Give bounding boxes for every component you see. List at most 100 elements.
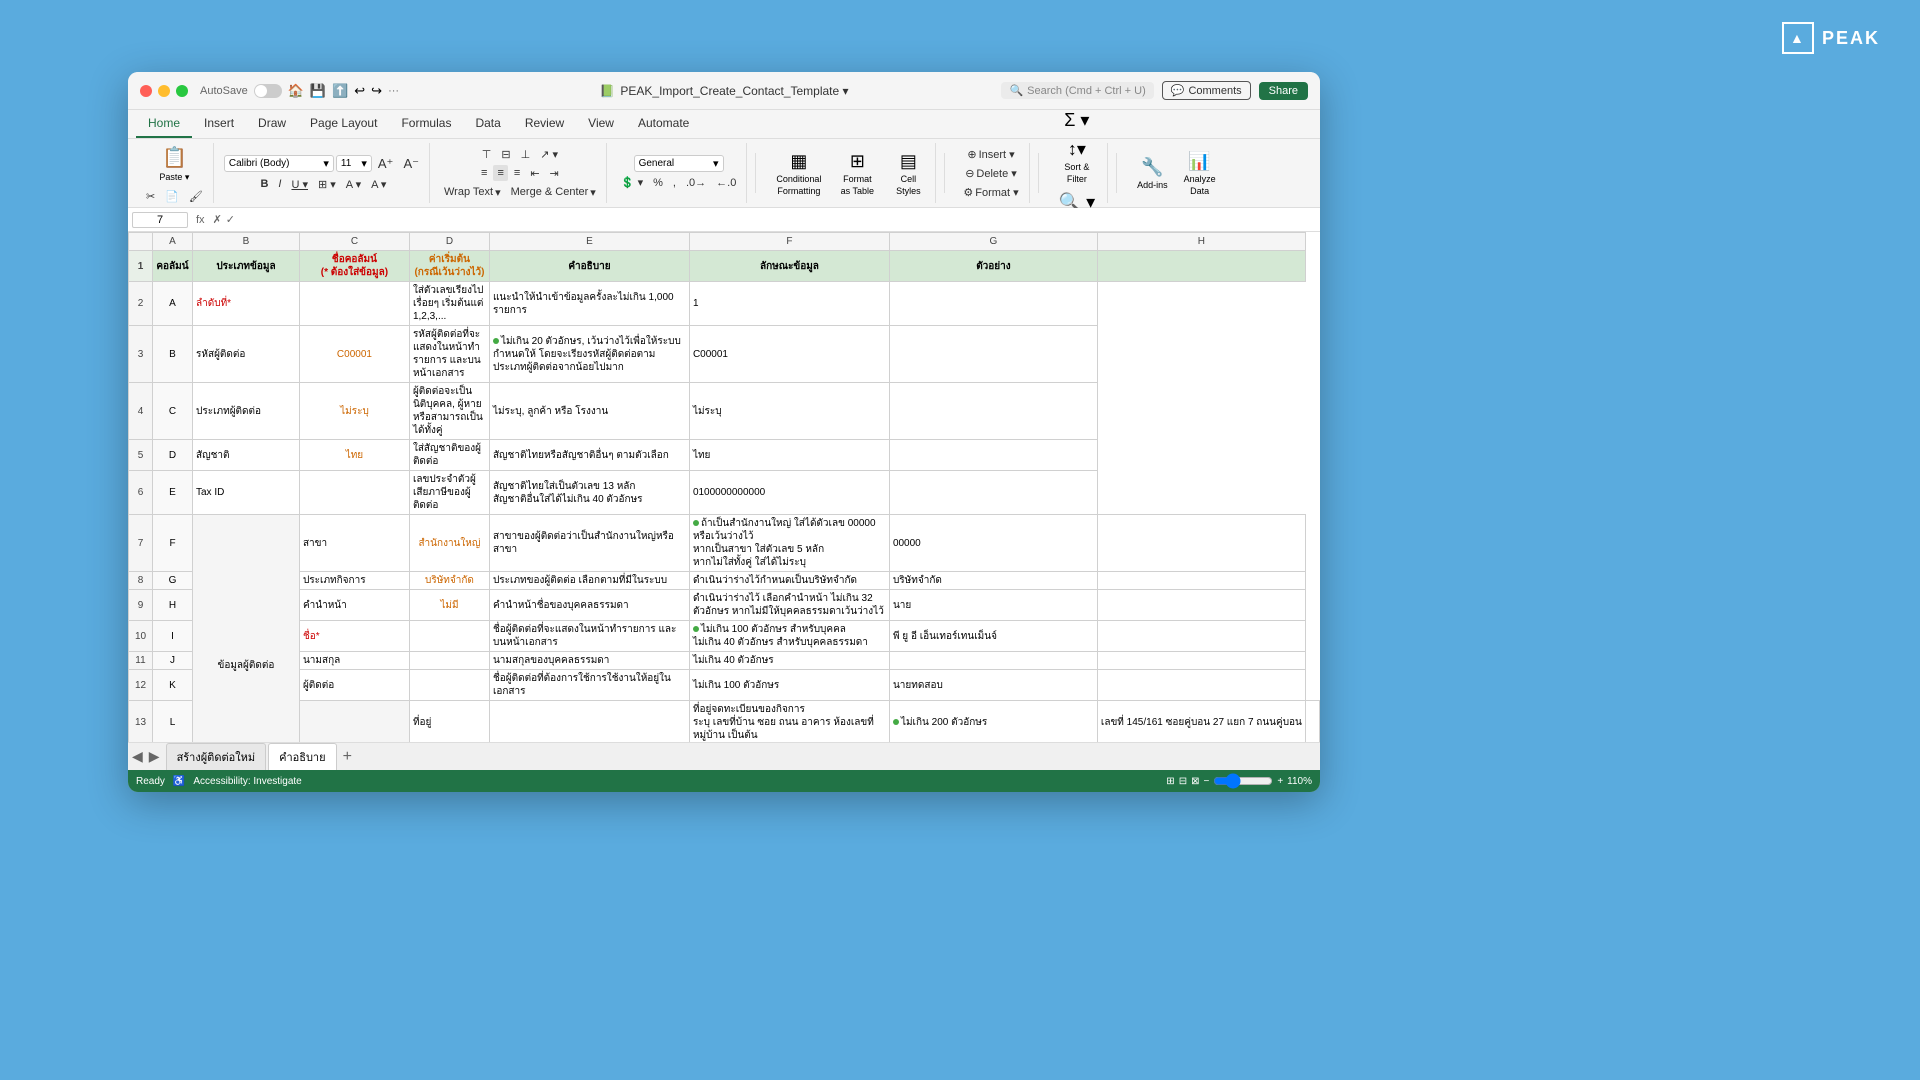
cut-button[interactable]: ✂ [142,188,159,205]
tab-insert[interactable]: Insert [192,110,246,138]
cell-col-g[interactable]: C00001 [689,326,889,383]
cell-col-g[interactable]: บริษัทจำกัด [889,572,1097,590]
cell-col-a[interactable]: G [153,572,193,590]
sum-button[interactable]: Σ ▾ [1058,107,1095,134]
font-color-button[interactable]: A ▾ [367,176,390,193]
tab-automate[interactable]: Automate [626,110,701,138]
redo-icon[interactable]: ↪ [371,83,382,99]
cell-col-g[interactable] [889,652,1097,670]
col-header-b[interactable]: B [193,233,300,251]
italic-button[interactable]: I [274,176,285,192]
cell-col-e[interactable]: สาขาของผู้ติดต่อว่าเป็นสำนักงานใหญ่หรือส… [489,515,689,572]
cancel-input-icon[interactable]: ✗ [213,213,222,226]
border-button[interactable]: ⊞ ▾ [314,176,340,193]
cell-col-c[interactable]: รหัสผู้ติดต่อ [193,326,300,383]
cell-col-c[interactable]: สัญชาติ [193,440,300,471]
cell-col-d[interactable] [409,621,489,652]
cell-col-d[interactable]: C00001 [299,326,409,383]
cell-col-c[interactable]: ผู้ติดต่อ [299,670,409,701]
col-header-h[interactable]: H [1097,233,1305,251]
cell-col-e[interactable]: ชื่อผู้ติดต่อที่จะแสดงในหน้าทำรายการ และ… [489,621,689,652]
cell-col-e[interactable]: รหัสผู้ติดต่อที่จะแสดงในหน้าทำรายการ และ… [409,326,489,383]
cell-col-a[interactable]: E [153,471,193,515]
increase-indent-button[interactable]: ⇥ [546,165,563,182]
cell-col-a[interactable]: B [153,326,193,383]
col-header-g[interactable]: G [889,233,1097,251]
more-icon[interactable]: ··· [388,85,399,97]
cell-col-d[interactable] [489,701,689,743]
normal-view-icon[interactable]: ⊞ [1166,776,1174,787]
underline-button[interactable]: U ▾ [287,176,312,193]
cell-col-f[interactable]: ไม่เกิน 20 ตัวอักษร, เว้นว่างไว้เพื่อให้… [489,326,689,383]
col-header-f[interactable]: F [689,233,889,251]
cell-col-c[interactable]: ที่อยู่ [409,701,489,743]
format-button[interactable]: ⚙ Format ▾ [959,184,1022,201]
tab-home[interactable]: Home [136,110,192,138]
cell-col-c[interactable]: ประเภทกิจการ [299,572,409,590]
cell-col-d[interactable]: สำนักงานใหญ่ [409,515,489,572]
cell-col-g[interactable]: ไทย [689,440,889,471]
cell-col-a[interactable]: A [153,282,193,326]
cell-col-d[interactable]: ไม่มี [409,590,489,621]
decrease-decimal-button[interactable]: ←.0 [712,175,740,191]
col-header-c[interactable]: C [299,233,409,251]
sheet-tab-description[interactable]: คำอธิบาย [268,743,336,771]
cell-col-e[interactable]: ใส่ตัวเลขเรียงไปเรื่อยๆ เริ่มต้นแต่ 1,2,… [409,282,489,326]
cell-col-a[interactable]: C [153,383,193,440]
prev-sheet-button[interactable]: ◀ [132,748,143,765]
sort-filter-button[interactable]: ↕▾ Sort & Filter [1054,136,1100,187]
cell-col-a[interactable]: K [153,670,193,701]
cell-col-f[interactable]: ไม่ระบุ, ลูกค้า หรือ โรงงาน [489,383,689,440]
increase-font-button[interactable]: A⁺ [374,154,398,174]
zoom-out-button[interactable]: − [1203,776,1209,787]
copy-button[interactable]: 📄 [161,188,183,205]
cell-col-f[interactable]: ถ้าเป็นสำนักงานใหญ่ ใส่ได้ตัวเลข 00000 ห… [689,515,889,572]
close-button[interactable] [140,85,152,97]
formula-input[interactable] [239,214,1316,226]
cell-col-f[interactable]: สัญชาติไทยหรือสัญชาติอื่นๆ ตามตัวเลือก [489,440,689,471]
cell-col-c[interactable]: ชื่อ* [299,621,409,652]
cell-col-a[interactable]: D [153,440,193,471]
cell-col-e[interactable]: ผู้ติดต่อจะเป็นนิติบุคคล, ผู้หาย หรือสาม… [409,383,489,440]
number-format-selector[interactable]: General ▾ [634,155,724,172]
cell-col-c[interactable]: ลำดับที่* [193,282,300,326]
undo-icon[interactable]: ↩ [354,83,365,99]
conditional-formatting-button[interactable]: ▦ Conditional Formatting [770,148,827,199]
orientation-button[interactable]: ↗ ▾ [536,146,562,163]
search-box[interactable]: 🔍 Search (Cmd + Ctrl + U) [1001,82,1153,99]
merge-center-button[interactable]: Merge & Center ▾ [507,184,600,201]
share-button[interactable]: Share [1259,82,1308,100]
cell-col-d[interactable] [299,471,409,515]
cell-col-f[interactable]: สัญชาติไทยใส่เป็นตัวเลข 13 หลักสัญชาติอื… [489,471,689,515]
align-top-button[interactable]: ⊤ [478,146,496,163]
comma-button[interactable]: , [669,175,680,191]
tab-data[interactable]: Data [463,110,512,138]
page-layout-view-icon[interactable]: ⊟ [1179,776,1187,787]
cell-col-f[interactable]: ไม่เกิน 40 ตัวอักษร [689,652,889,670]
cell-col-g[interactable]: พี ยู อี เอ็นเทอร์เทนเม็นจ์ [889,621,1097,652]
bold-button[interactable]: B [256,176,272,192]
sheet-tab-create[interactable]: สร้างผู้ติดต่อใหม่ [166,743,267,770]
cell-col-a[interactable]: I [153,621,193,652]
add-ins-button[interactable]: 🔧 Add-ins [1131,154,1174,193]
align-center-button[interactable]: ≡ [493,165,507,181]
zoom-slider[interactable] [1213,773,1273,789]
format-as-table-button[interactable]: ⊞ Format as Table [831,148,883,199]
tab-page-layout[interactable]: Page Layout [298,110,389,138]
cell-col-e[interactable]: ใส่สัญชาติของผู้ติดต่อ [409,440,489,471]
fill-color-button[interactable]: A ▾ [342,176,365,193]
cell-col-d[interactable] [409,670,489,701]
increase-decimal-button[interactable]: .0→ [682,175,710,191]
cell-col-f[interactable]: ดำเนินว่าร่างไว้กำหนดเป็นบริษัทจำกัด [689,572,889,590]
cell-col-a[interactable]: F [153,515,193,572]
minimize-button[interactable] [158,85,170,97]
tab-formulas[interactable]: Formulas [389,110,463,138]
cell-col-e[interactable]: นามสกุลของบุคคลธรรมดา [489,652,689,670]
align-bottom-button[interactable]: ⊥ [517,146,535,163]
confirm-input-icon[interactable]: ✓ [226,213,235,226]
cell-col-e[interactable]: ชื่อผู้ติดต่อที่ต้องการใช้การใช้งานให้อย… [489,670,689,701]
analyze-data-button[interactable]: 📊 Analyze Data [1178,148,1222,199]
tab-view[interactable]: View [576,110,626,138]
cell-col-d[interactable]: ไม่ระบุ [299,383,409,440]
cell-col-a[interactable]: H [153,590,193,621]
